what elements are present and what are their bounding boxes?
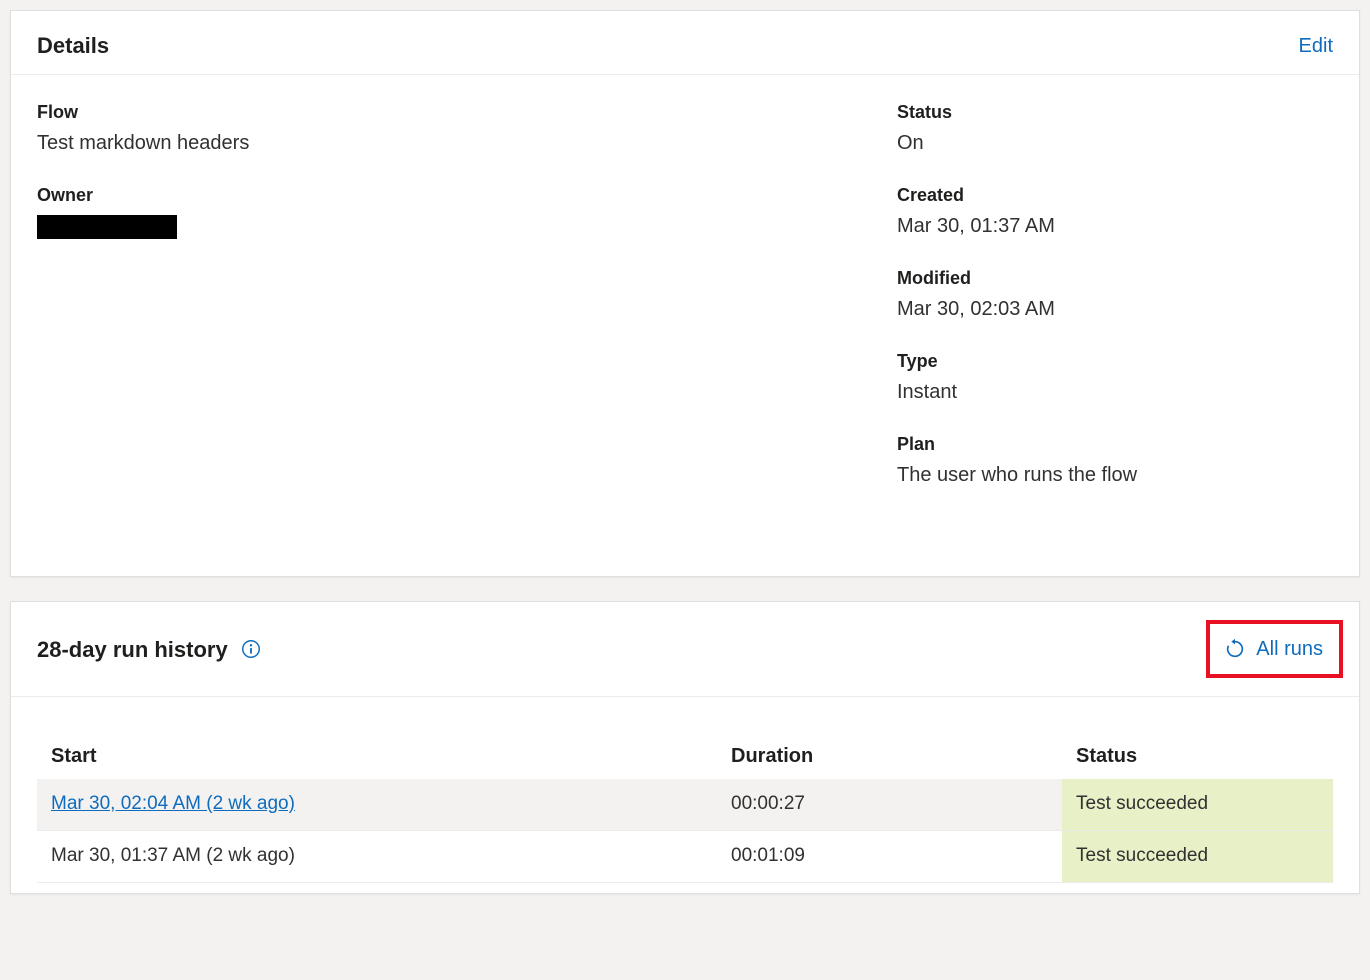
type-value: Instant [897,377,1333,407]
table-row[interactable]: Mar 30, 02:04 AM (2 wk ago) 00:00:27 Tes… [37,779,1333,831]
history-title: 28-day run history [37,633,228,666]
col-duration-header[interactable]: Duration [731,741,1076,771]
run-history-table: Start Duration Status Mar 30, 02:04 AM (… [11,697,1359,893]
table-row[interactable]: Mar 30, 01:37 AM (2 wk ago) 00:01:09 Tes… [37,831,1333,883]
flow-label: Flow [37,99,897,126]
run-duration-cell: 00:00:27 [717,790,1062,819]
modified-label: Modified [897,265,1333,292]
created-field: Created Mar 30, 01:37 AM [897,182,1333,241]
history-title-wrap: 28-day run history [37,633,262,666]
status-label: Status [897,99,1333,126]
owner-field: Owner [37,182,897,239]
run-duration-cell: 00:01:09 [717,842,1062,871]
modified-value: Mar 30, 02:03 AM [897,294,1333,324]
details-right-column: Status On Created Mar 30, 01:37 AM Modif… [897,99,1333,514]
flow-field: Flow Test markdown headers [37,99,897,158]
created-label: Created [897,182,1333,209]
details-body: Flow Test markdown headers Owner Status … [11,75,1359,576]
run-start-cell: Mar 30, 01:37 AM (2 wk ago) [37,842,717,871]
status-value: On [897,128,1333,158]
details-card: Details Edit Flow Test markdown headers … [10,10,1360,577]
info-icon[interactable] [240,638,262,660]
type-field: Type Instant [897,348,1333,407]
status-field: Status On [897,99,1333,158]
run-status-cell: Test succeeded [1062,831,1333,882]
plan-field: Plan The user who runs the flow [897,431,1333,490]
type-label: Type [897,348,1333,375]
col-status-header[interactable]: Status [1076,741,1319,771]
plan-label: Plan [897,431,1333,458]
refresh-icon [1224,638,1246,660]
all-runs-label: All runs [1256,634,1323,664]
owner-value-redacted [37,215,177,239]
details-title: Details [37,29,109,62]
all-runs-button[interactable]: All runs [1206,620,1343,678]
run-history-card: 28-day run history All runs Start Durati… [10,601,1360,894]
modified-field: Modified Mar 30, 02:03 AM [897,265,1333,324]
flow-value: Test markdown headers [37,128,897,158]
created-value: Mar 30, 01:37 AM [897,211,1333,241]
details-left-column: Flow Test markdown headers Owner [37,99,897,514]
run-start-cell: Mar 30, 02:04 AM (2 wk ago) [37,790,717,819]
details-header: Details Edit [11,11,1359,75]
col-start-header[interactable]: Start [51,741,731,771]
owner-label: Owner [37,182,897,209]
edit-button[interactable]: Edit [1299,31,1333,61]
history-header: 28-day run history All runs [11,602,1359,697]
run-start-link[interactable]: Mar 30, 02:04 AM (2 wk ago) [51,793,295,814]
table-head: Start Duration Status [37,733,1333,779]
run-status-cell: Test succeeded [1062,779,1333,830]
plan-value: The user who runs the flow [897,460,1333,490]
